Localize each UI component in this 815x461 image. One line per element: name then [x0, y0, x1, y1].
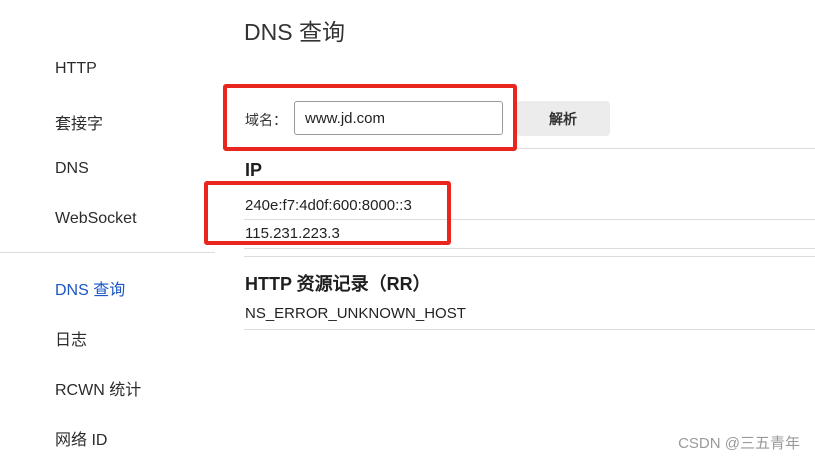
sidebar-item-sockets[interactable]: 套接字 — [55, 110, 103, 134]
ip-row-divider — [244, 248, 815, 249]
sidebar-divider — [0, 252, 215, 253]
watermark: CSDN @三五青年 — [678, 435, 800, 452]
domain-input[interactable] — [294, 101, 503, 135]
ip-address-row: 115.231.223.3 — [245, 225, 340, 242]
sidebar-item-dns-lookup[interactable]: DNS 查询 — [55, 276, 125, 300]
sidebar-item-logging[interactable]: 日志 — [55, 326, 87, 350]
sidebar-item-dns[interactable]: DNS — [55, 160, 89, 178]
divider-section — [244, 256, 815, 257]
rr-value-row: NS_ERROR_UNKNOWN_HOST — [245, 305, 466, 322]
divider-lookup — [244, 148, 815, 149]
sidebar-item-rcwn-stats[interactable]: RCWN 统计 — [55, 376, 141, 400]
sidebar-item-http[interactable]: HTTP — [55, 60, 97, 78]
sidebar-item-websocket[interactable]: WebSocket — [55, 210, 137, 228]
resolve-button[interactable]: 解析 — [516, 101, 610, 136]
ip-section-heading: IP — [245, 160, 263, 180]
rr-row-divider — [244, 329, 815, 330]
ip-address-row: 240e:f7:4d0f:600:8000::3 — [245, 197, 412, 214]
page-title: DNS 查询 — [244, 19, 345, 45]
rr-section-heading: HTTP 资源记录（RR） — [245, 274, 431, 294]
ip-row-divider — [244, 219, 815, 220]
page: HTTP 套接字 DNS WebSocket DNS 查询 日志 RCWN 统计… — [0, 0, 815, 461]
domain-label: 域名： — [245, 112, 287, 128]
sidebar-item-network-id[interactable]: 网络 ID — [55, 426, 107, 450]
